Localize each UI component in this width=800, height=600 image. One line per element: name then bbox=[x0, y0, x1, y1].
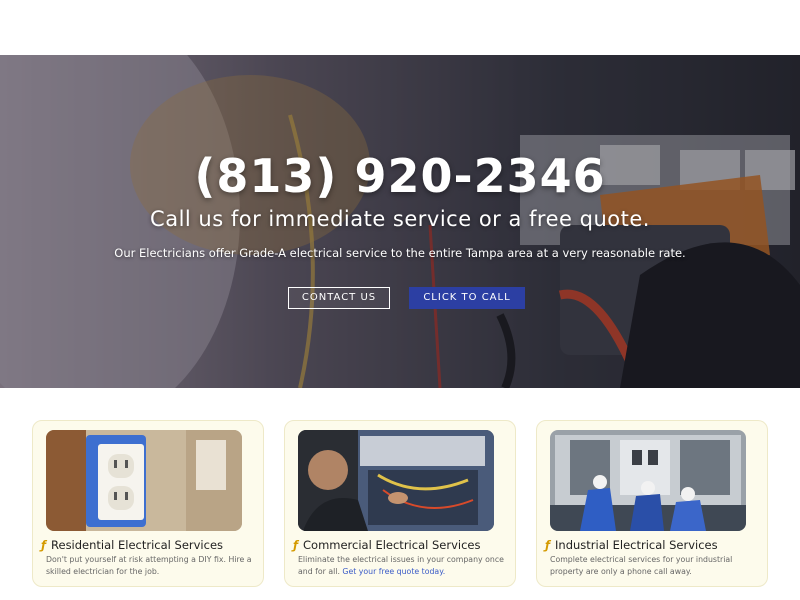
hero-banner: (813) 920-2346 Call us for immediate ser… bbox=[0, 55, 800, 388]
industrial-workers-image bbox=[550, 430, 746, 531]
service-card-commercial[interactable]: ƒ Commercial Electrical Services Eliminat… bbox=[284, 420, 516, 587]
service-title-residential[interactable]: ƒ Residential Electrical Services bbox=[41, 537, 261, 553]
service-card-residential[interactable]: ƒ Residential Electrical Services Don't p… bbox=[32, 420, 264, 587]
service-title-label: Industrial Electrical Services bbox=[555, 538, 718, 552]
click-to-call-button[interactable]: CLICK TO CALL bbox=[409, 287, 525, 309]
service-text: Don't put yourself at risk attempting a … bbox=[46, 555, 252, 576]
commercial-electrician-image bbox=[298, 430, 494, 531]
lightning-bolt-icon: ƒ bbox=[293, 538, 299, 552]
hero-description: Our Electricians offer Grade-A electrica… bbox=[114, 246, 686, 260]
free-quote-link[interactable]: Get your free quote today. bbox=[342, 567, 445, 576]
service-description-industrial: Complete electrical services for your in… bbox=[550, 554, 762, 578]
service-description-commercial: Eliminate the electrical issues in your … bbox=[298, 554, 510, 578]
service-text: Complete electrical services for your in… bbox=[550, 555, 733, 576]
lightning-bolt-icon: ƒ bbox=[545, 538, 551, 552]
service-title-label: Commercial Electrical Services bbox=[303, 538, 481, 552]
hero-subtitle: Call us for immediate service or a free … bbox=[150, 207, 650, 231]
contact-us-button[interactable]: CONTACT US bbox=[288, 287, 390, 309]
service-card-industrial[interactable]: ƒ Industrial Electrical Services Complete… bbox=[536, 420, 768, 587]
lightning-bolt-icon: ƒ bbox=[41, 538, 47, 552]
services-section: ƒ Residential Electrical Services Don't p… bbox=[0, 420, 800, 590]
hero-phone-number: (813) 920-2346 bbox=[194, 149, 606, 203]
service-title-commercial[interactable]: ƒ Commercial Electrical Services bbox=[293, 537, 513, 553]
residential-outlet-image bbox=[46, 430, 242, 531]
service-title-label: Residential Electrical Services bbox=[51, 538, 224, 552]
top-header-bar bbox=[0, 0, 800, 55]
service-title-industrial[interactable]: ƒ Industrial Electrical Services bbox=[545, 537, 765, 553]
service-description-residential: Don't put yourself at risk attempting a … bbox=[46, 554, 258, 578]
